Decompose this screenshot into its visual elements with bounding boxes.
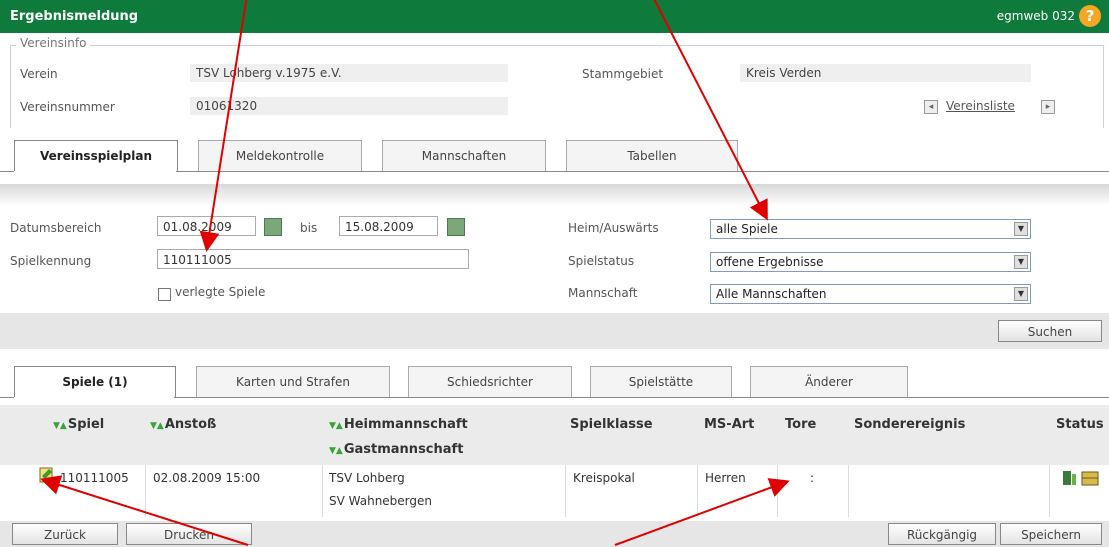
- speichern-button[interactable]: Speichern: [1000, 523, 1102, 545]
- gast-value: SV Wahnebergen: [329, 494, 433, 508]
- vereinsinfo-box: [10, 45, 1104, 128]
- heim-value: TSV Lohberg: [329, 471, 405, 485]
- tab-underline: [0, 171, 14, 172]
- tore-value[interactable]: :: [810, 471, 814, 485]
- anstoss-value: 02.08.2009 15:00: [153, 471, 261, 485]
- calendar-icon[interactable]: [447, 218, 465, 236]
- filter-action-bar: [0, 313, 1109, 349]
- heim-auswaerts-select[interactable]: alle Spiele ▼: [710, 219, 1031, 239]
- tab-underline: [174, 397, 1109, 398]
- col-spiel[interactable]: ▼▲Spiel: [53, 417, 104, 432]
- stammgebiet-label: Stammgebiet: [582, 67, 664, 81]
- col-anstoss[interactable]: ▼▲Anstoß: [150, 417, 216, 432]
- tab-vereinsspielplan[interactable]: Vereinsspielplan: [14, 140, 178, 171]
- filter-header-gradient: [0, 184, 1109, 206]
- spielkennung-label: Spielkennung: [10, 254, 92, 268]
- col-gastmannschaft[interactable]: ▼▲Gastmannschaft: [329, 442, 463, 457]
- sort-icon[interactable]: ▼▲: [329, 421, 343, 431]
- col-status: Status: [1056, 417, 1104, 432]
- prev-verein-icon[interactable]: ◂: [924, 100, 938, 114]
- table-header: [0, 405, 1109, 465]
- cell-divider: [565, 465, 566, 517]
- heim-auswaerts-label: Heim/Auswärts: [568, 221, 659, 235]
- tab-meldekontrolle[interactable]: Meldekontrolle: [198, 140, 362, 171]
- msart-value: Herren: [705, 471, 746, 485]
- suchen-button[interactable]: Suchen: [998, 320, 1102, 342]
- app-code: egmweb 032: [996, 9, 1075, 23]
- spielkennung-input[interactable]: 110111005: [157, 249, 469, 269]
- verlegte-spiele-label: verlegte Spiele: [175, 285, 266, 299]
- chevron-down-icon[interactable]: ▼: [1014, 287, 1028, 301]
- heim-auswaerts-value: alle Spiele: [716, 222, 778, 236]
- calendar-icon[interactable]: [264, 218, 282, 236]
- date-from-input[interactable]: 01.08.2009: [157, 216, 256, 236]
- chevron-down-icon[interactable]: ▼: [1014, 222, 1028, 236]
- cell-divider: [697, 465, 698, 517]
- spielstatus-value: offene Ergebnisse: [716, 255, 824, 269]
- verein-label: Verein: [20, 67, 58, 81]
- tab-spielstaette[interactable]: Spielstätte: [590, 366, 732, 397]
- mannschaft-select[interactable]: Alle Mannschaften ▼: [710, 284, 1031, 304]
- app-title: Ergebnismeldung: [10, 9, 139, 24]
- vereinsnummer-value: 01061320: [190, 97, 508, 115]
- spiel-value: 110111005: [60, 471, 129, 485]
- help-icon[interactable]: ?: [1079, 5, 1101, 27]
- tab-underline: [0, 397, 14, 398]
- status-icons[interactable]: [1062, 468, 1102, 488]
- cell-divider: [777, 465, 778, 517]
- col-tore: Tore: [785, 417, 817, 432]
- cell-divider: [1049, 465, 1050, 517]
- cell-divider: [145, 465, 146, 517]
- tab-spiele[interactable]: Spiele (1): [14, 366, 176, 397]
- cell-divider: [322, 465, 323, 517]
- col-sonderereignis: Sonderereignis: [854, 417, 966, 432]
- col-spielklasse: Spielklasse: [570, 417, 653, 432]
- tab-schiedsrichter[interactable]: Schiedsrichter: [408, 366, 572, 397]
- date-to-input[interactable]: 15.08.2009: [339, 216, 438, 236]
- datumsbereich-label: Datumsbereich: [10, 221, 102, 235]
- col-heimmannschaft[interactable]: ▼▲Heimmannschaft: [329, 417, 468, 432]
- edit-result-icon[interactable]: [38, 466, 56, 484]
- stammgebiet-value: Kreis Verden: [740, 64, 1031, 82]
- tab-mannschaften[interactable]: Mannschaften: [382, 140, 546, 171]
- spielklasse-value: Kreispokal: [573, 471, 635, 485]
- verlegte-spiele-checkbox[interactable]: [158, 288, 171, 301]
- vereinsnummer-label: Vereinsnummer: [20, 100, 115, 114]
- chevron-down-icon[interactable]: ▼: [1014, 255, 1028, 269]
- verein-value: TSV Lohberg v.1975 e.V.: [190, 64, 508, 82]
- sort-icon[interactable]: ▼▲: [150, 421, 164, 431]
- sort-icon[interactable]: ▼▲: [329, 446, 343, 456]
- bis-label: bis: [300, 221, 318, 235]
- tab-tabellen[interactable]: Tabellen: [566, 140, 738, 171]
- cell-divider: [848, 465, 849, 517]
- vereinsinfo-legend: Vereinsinfo: [16, 36, 91, 50]
- tab-aenderer[interactable]: Änderer: [750, 366, 908, 397]
- rueckgaengig-button[interactable]: Rückgängig: [888, 523, 996, 545]
- tab-karten-strafen[interactable]: Karten und Strafen: [196, 366, 390, 397]
- col-msart: MS-Art: [704, 417, 755, 432]
- vereinsliste-link[interactable]: Vereinsliste: [946, 99, 1015, 113]
- spielstatus-select[interactable]: offene Ergebnisse ▼: [710, 252, 1031, 272]
- sort-icon[interactable]: ▼▲: [53, 421, 67, 431]
- mannschaft-value: Alle Mannschaften: [716, 287, 827, 301]
- tab-underline: [176, 171, 1109, 172]
- zurueck-button[interactable]: Zurück: [12, 523, 118, 545]
- spielstatus-label: Spielstatus: [568, 254, 635, 268]
- title-bar: Ergebnismeldung egmweb 032 ?: [0, 0, 1109, 33]
- next-verein-icon[interactable]: ▸: [1041, 100, 1055, 114]
- mannschaft-label: Mannschaft: [568, 286, 638, 300]
- drucken-button[interactable]: Drucken: [126, 523, 252, 545]
